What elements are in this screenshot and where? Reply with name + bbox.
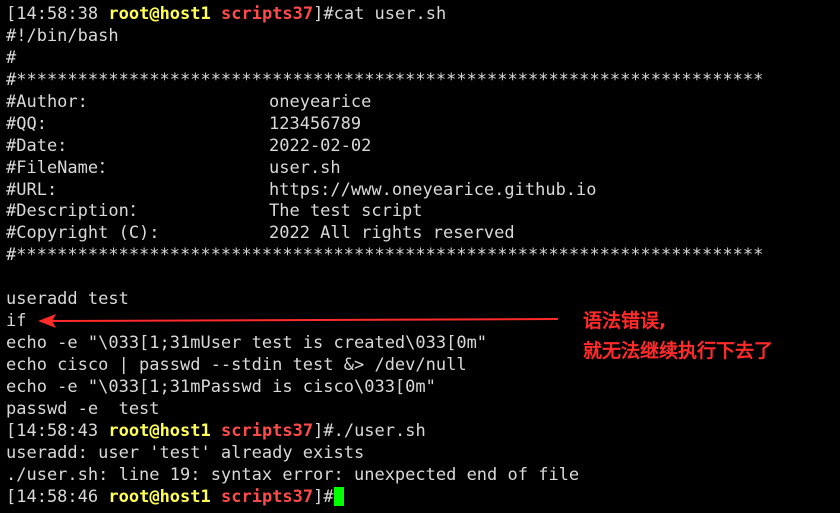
- field-value: 2022 All rights reserved: [269, 223, 515, 244]
- prompt-host: host1: [159, 4, 211, 24]
- prompt-user: root: [108, 420, 150, 441]
- prompt-line: [14:58:38 root@host1 scripts37]#cat user…: [6, 4, 836, 26]
- prompt-line: [14:58:46 root@host1 scripts37]#: [6, 486, 836, 509]
- field-value: The test script: [269, 201, 423, 222]
- prompt-time: [14:58:43: [6, 420, 109, 441]
- field-value: 123456789: [269, 113, 362, 134]
- header-field-url: #URL: https://www.oneyearice.github.io: [6, 180, 836, 202]
- command-text: ]#: [313, 486, 334, 507]
- output-line: useradd: user 'test' already exists: [6, 442, 365, 463]
- terminal-cursor[interactable]: [333, 486, 344, 506]
- command-text: ]#./user.sh: [313, 420, 426, 441]
- field-value: oneyearice: [269, 91, 372, 112]
- field-key: #QQ:: [6, 113, 47, 134]
- comment-border: #***************************************…: [6, 245, 764, 266]
- field-key: #Author:: [6, 91, 88, 112]
- annotation-arrow-icon: [38, 314, 559, 328]
- field-value: https://www.oneyearice.github.io: [269, 179, 597, 200]
- field-key: #Date:: [6, 135, 68, 156]
- annotation-line-1: 语法错误,: [583, 310, 667, 332]
- prompt-line: [14:58:43 root@host1 scripts37]#./user.s…: [6, 421, 836, 443]
- header-field-author: #Author: oneyearice: [6, 92, 836, 114]
- field-value: user.sh: [269, 157, 341, 178]
- prompt-time: [14:58:46: [6, 486, 109, 507]
- field-value: 2022-02-02: [269, 135, 372, 156]
- script-line: passwd -e test: [6, 398, 160, 419]
- header-field-description: #Description： The test script: [6, 201, 836, 223]
- annotation-note: 语法错误, 就无法继续执行下去了: [583, 306, 773, 366]
- prompt-user: root: [108, 4, 150, 24]
- prompt-dir: scripts37: [221, 486, 314, 507]
- prompt-host: host1: [159, 486, 211, 507]
- header-field-filename: #FileName： user.sh: [6, 158, 836, 180]
- error-output-line: ./user.sh: line 19: syntax error: unexpe…: [6, 464, 580, 485]
- prompt-at: @: [149, 420, 160, 441]
- comment-line: #: [6, 47, 17, 68]
- header-field-date: #Date: 2022-02-02: [6, 136, 836, 158]
- prompt-at: @: [149, 4, 160, 24]
- prompt-time: [14:58:38: [6, 4, 109, 24]
- prompt-host: host1: [159, 420, 211, 441]
- annotation-line-2: 就无法继续执行下去了: [583, 340, 774, 362]
- field-key: #Description：: [6, 201, 146, 222]
- field-key: #Copyright (C):: [6, 223, 160, 244]
- prompt-dir: scripts37: [221, 4, 314, 24]
- field-key: #URL:: [6, 179, 58, 200]
- command-text: ]#cat user.sh: [313, 4, 447, 24]
- comment-border: #***************************************…: [6, 69, 764, 90]
- script-line: echo -e "\033[1;31mPasswd is cisco\033[0…: [6, 376, 436, 397]
- header-field-qq: #QQ: 123456789: [6, 114, 836, 136]
- header-field-copyright: #Copyright (C): 2022 All rights reserved: [6, 223, 836, 245]
- prompt-at: @: [149, 486, 160, 507]
- prompt-dir: scripts37: [221, 420, 314, 441]
- terminal-window[interactable]: [14:58:38 root@host1 scripts37]#cat user…: [6, 4, 836, 509]
- shebang-line: #!/bin/bash: [6, 25, 119, 46]
- field-key: #FileName：: [6, 157, 116, 178]
- prompt-user: root: [108, 486, 150, 507]
